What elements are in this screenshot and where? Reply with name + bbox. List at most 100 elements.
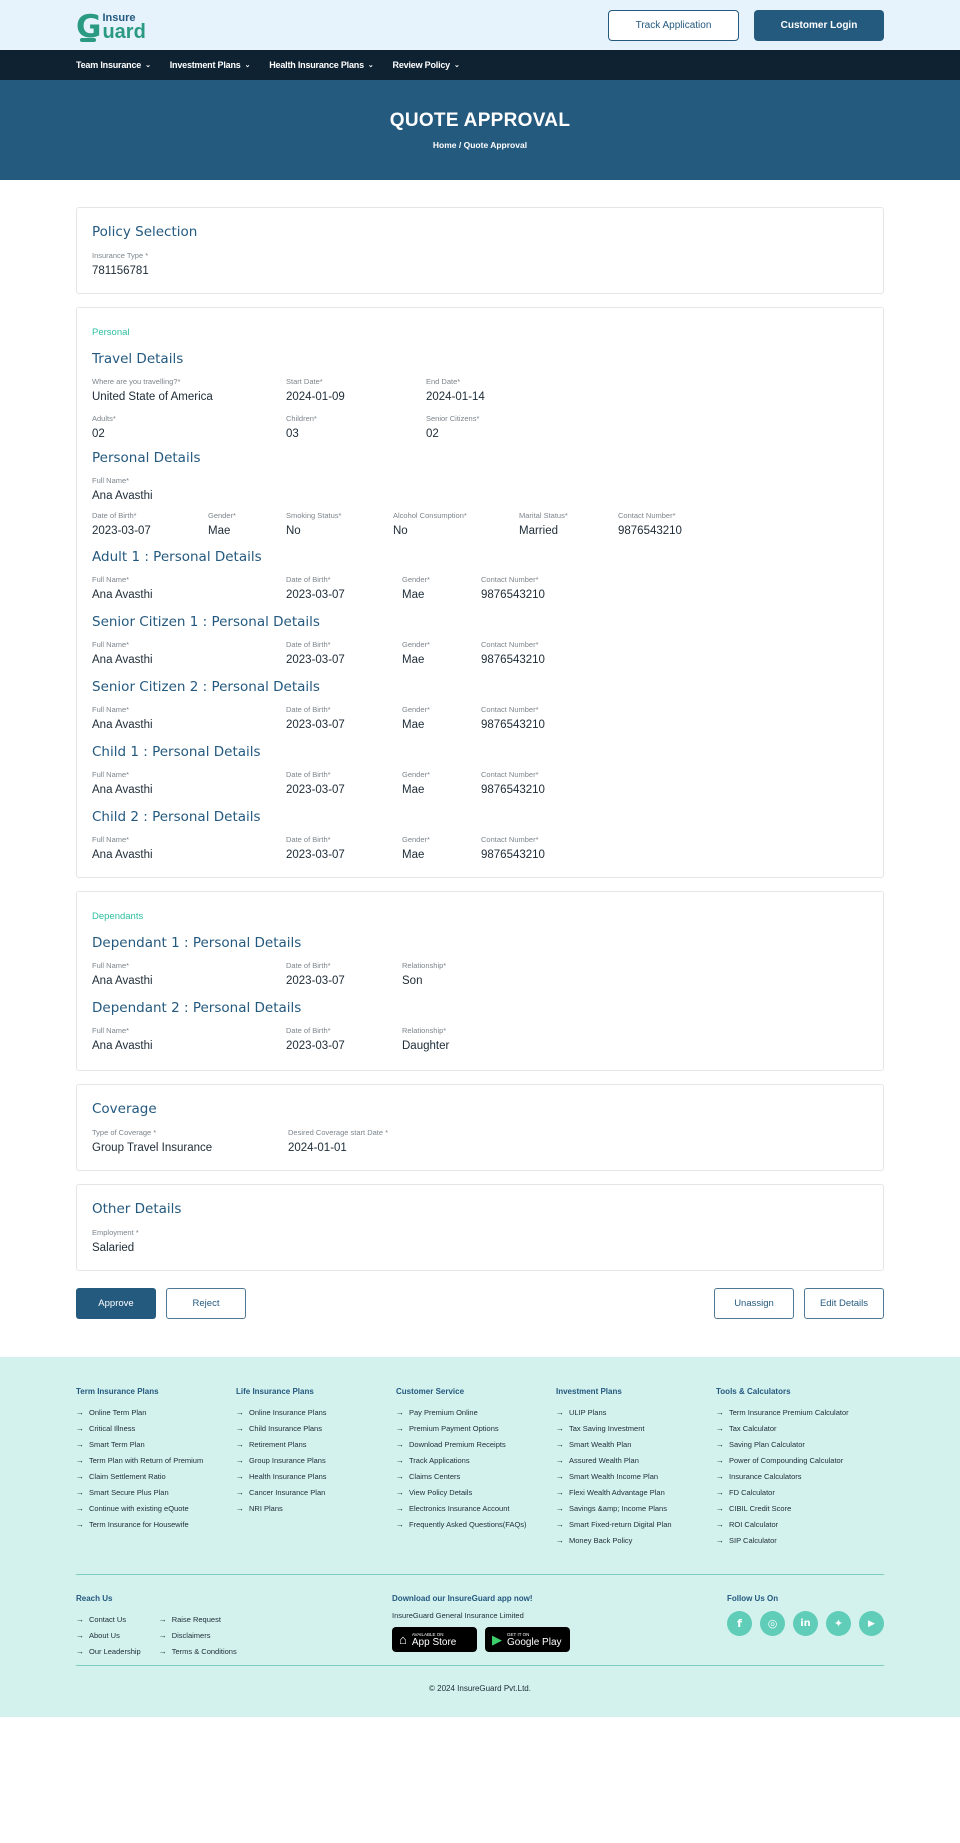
nav-team-insurance[interactable]: Team Insurance ⌄ bbox=[76, 60, 151, 70]
footer-link[interactable]: → FD Calculator bbox=[716, 1484, 876, 1500]
footer-link[interactable]: → Flexi Wealth Advantage Plan bbox=[556, 1484, 716, 1500]
footer-link-label: Pay Premium Online bbox=[409, 1407, 478, 1417]
field-value: 2024-01-14 bbox=[426, 391, 485, 403]
approve-button[interactable]: Approve bbox=[76, 1288, 156, 1319]
app-store-badge[interactable]: ⌂ AVAILABLE ON App Store bbox=[392, 1627, 478, 1652]
section-eyebrow: Dependants bbox=[92, 911, 144, 922]
reach-link[interactable]: → Disclaimers bbox=[159, 1627, 237, 1643]
footer-link-label: Frequently Asked Questions(FAQs) bbox=[409, 1519, 527, 1529]
footer-link[interactable]: → Health Insurance Plans bbox=[236, 1468, 396, 1484]
dependant-2: Dependant 2 : Personal Details Full Name… bbox=[92, 1000, 868, 1052]
youtube-icon[interactable]: ▶ bbox=[859, 1611, 884, 1636]
contact-number-field: Contact Number* 9876543210 bbox=[618, 511, 738, 537]
footer-link[interactable]: → CIBIL Credit Score bbox=[716, 1500, 876, 1516]
edit-details-button[interactable]: Edit Details bbox=[804, 1288, 884, 1319]
arrow-right-icon: → bbox=[396, 1519, 404, 1529]
breadcrumb[interactable]: Home / Quote Approval bbox=[433, 140, 527, 150]
footer-link[interactable]: → Electronics Insurance Account bbox=[396, 1500, 556, 1516]
unassign-button[interactable]: Unassign bbox=[714, 1288, 794, 1319]
footer-link[interactable]: → Saving Plan Calculator bbox=[716, 1436, 876, 1452]
nav-health-insurance-plans[interactable]: Health Insurance Plans ⌄ bbox=[269, 60, 374, 70]
track-application-button[interactable]: Track Application bbox=[608, 9, 739, 41]
footer-link[interactable]: → Continue with existing eQuote bbox=[76, 1500, 236, 1516]
linkedin-icon[interactable]: in bbox=[793, 1611, 818, 1636]
reach-link[interactable]: → Terms & Conditions bbox=[159, 1643, 237, 1659]
nav-investment-plans[interactable]: Investment Plans ⌄ bbox=[170, 60, 251, 70]
footer-link[interactable]: → Online Insurance Plans bbox=[236, 1404, 396, 1420]
footer-link[interactable]: → NRI Plans bbox=[236, 1500, 396, 1516]
footer-link[interactable]: → Retirement Plans bbox=[236, 1436, 396, 1452]
footer-link[interactable]: → Power of Compounding Calculator bbox=[716, 1452, 876, 1468]
footer-link[interactable]: → Smart Term Plan bbox=[76, 1436, 236, 1452]
reject-button[interactable]: Reject bbox=[166, 1288, 246, 1319]
field-value: 2023-03-07 bbox=[286, 975, 345, 987]
arrow-right-icon: → bbox=[396, 1439, 404, 1449]
footer-link[interactable]: → Frequently Asked Questions(FAQs) bbox=[396, 1516, 556, 1532]
footer-link[interactable]: → Money Back Policy bbox=[556, 1532, 716, 1548]
reach-link[interactable]: → About Us bbox=[76, 1627, 141, 1643]
footer-link[interactable]: → Online Term Plan bbox=[76, 1404, 236, 1420]
footer-link[interactable]: → Track Applications bbox=[396, 1452, 556, 1468]
footer-link[interactable]: → Term Plan with Return of Premium bbox=[76, 1452, 236, 1468]
footer-link[interactable]: → Claims Centers bbox=[396, 1468, 556, 1484]
arrow-right-icon: → bbox=[716, 1503, 724, 1513]
arrow-right-icon: → bbox=[76, 1439, 84, 1449]
footer-link[interactable]: → Assured Wealth Plan bbox=[556, 1452, 716, 1468]
footer-link[interactable]: → Tax Calculator bbox=[716, 1420, 876, 1436]
arrow-right-icon: → bbox=[158, 1614, 167, 1624]
footer-link[interactable]: → ULIP Plans bbox=[556, 1404, 716, 1420]
footer-link[interactable]: → Smart Wealth Plan bbox=[556, 1436, 716, 1452]
full-name-field: Full Name* Ana Avasthi bbox=[92, 476, 286, 502]
member-title: Senior Citizen 1 : Personal Details bbox=[92, 614, 320, 630]
reach-link[interactable]: → Contact Us bbox=[76, 1611, 141, 1627]
footer-link-label: Saving Plan Calculator bbox=[729, 1439, 805, 1449]
badge-large-text: App Store bbox=[411, 1636, 457, 1648]
customer-login-button[interactable]: Customer Login bbox=[754, 9, 884, 41]
field-label: Insurance Type * bbox=[92, 251, 149, 260]
footer-link[interactable]: → Term Insurance for Housewife bbox=[76, 1516, 236, 1532]
reach-link[interactable]: → Raise Request bbox=[159, 1611, 237, 1627]
member-dob-field: Date of Birth* 2023-03-07 bbox=[286, 705, 402, 731]
footer-link[interactable]: → Smart Wealth Income Plan bbox=[556, 1468, 716, 1484]
footer-link[interactable]: → SIP Calculator bbox=[716, 1532, 876, 1548]
field-value: 02 bbox=[92, 428, 105, 440]
other-details-card: Other Details Employment * Salaried bbox=[76, 1184, 884, 1271]
footer-link[interactable]: → Tax Saving Investment bbox=[556, 1420, 716, 1436]
member-gender-field: Gender* Mae bbox=[402, 835, 481, 861]
reach-link[interactable]: → Our Leadership bbox=[76, 1643, 141, 1659]
footer-link[interactable]: → Download Premium Receipts bbox=[396, 1436, 556, 1452]
footer-link[interactable]: → Term Insurance Premium Calculator bbox=[716, 1404, 876, 1420]
footer-link-label: Insurance Calculators bbox=[729, 1471, 802, 1481]
company-name: InsureGuard General Insurance Limited bbox=[392, 1611, 524, 1620]
dependant-title: Dependant 2 : Personal Details bbox=[92, 1000, 302, 1016]
member-name-field: Full Name* Ana Avasthi bbox=[92, 575, 286, 601]
google-play-badge[interactable]: ▶ GET IT ON Google Play bbox=[485, 1627, 571, 1652]
footer-link[interactable]: → Smart Fixed-return Digital Plan bbox=[556, 1516, 716, 1532]
footer-link[interactable]: → Cancer Insurance Plan bbox=[236, 1484, 396, 1500]
nav-review-policy[interactable]: Review Policy ⌄ bbox=[393, 60, 460, 70]
footer-link-label: Child Insurance Plans bbox=[249, 1423, 322, 1433]
insureguard-logo[interactable]: G Insure uard bbox=[76, 10, 146, 43]
field-value: 03 bbox=[286, 428, 299, 440]
arrow-right-icon: → bbox=[716, 1455, 724, 1465]
footer-link[interactable]: → Child Insurance Plans bbox=[236, 1420, 396, 1436]
field-label: Full Name* bbox=[92, 770, 130, 779]
footer-link[interactable]: → Premium Payment Options bbox=[396, 1420, 556, 1436]
arrow-right-icon: → bbox=[396, 1423, 404, 1433]
footer-link[interactable]: → Insurance Calculators bbox=[716, 1468, 876, 1484]
footer-link-label: NRI Plans bbox=[249, 1503, 283, 1513]
instagram-icon[interactable]: ◎ bbox=[760, 1611, 785, 1636]
footer-link[interactable]: → Group Insurance Plans bbox=[236, 1452, 396, 1468]
footer-column-title: Investment Plans bbox=[556, 1387, 622, 1396]
footer-link[interactable]: → ROI Calculator bbox=[716, 1516, 876, 1532]
facebook-icon[interactable]: f bbox=[727, 1611, 752, 1636]
footer-link[interactable]: → Smart Secure Plus Plan bbox=[76, 1484, 236, 1500]
twitter-icon[interactable]: ✦ bbox=[826, 1611, 851, 1636]
footer-link[interactable]: → View Policy Details bbox=[396, 1484, 556, 1500]
footer-link[interactable]: → Savings &amp; Income Plans bbox=[556, 1500, 716, 1516]
field-label: Full Name* bbox=[92, 835, 130, 844]
footer-link[interactable]: → Claim Settlement Ratio bbox=[76, 1468, 236, 1484]
footer-link[interactable]: → Pay Premium Online bbox=[396, 1404, 556, 1420]
dependant-title: Dependant 1 : Personal Details bbox=[92, 935, 302, 951]
footer-link[interactable]: → Critical Illness bbox=[76, 1420, 236, 1436]
